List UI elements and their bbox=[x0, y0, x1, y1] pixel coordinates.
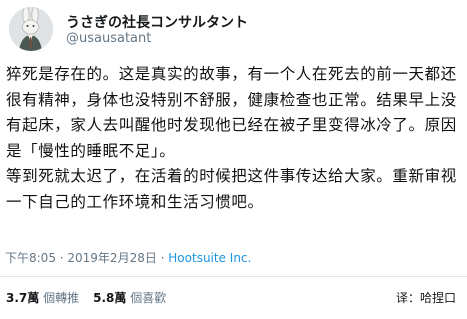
tweet-header: うさぎの社長コンサルタント @usausatant bbox=[6, 4, 461, 54]
likes-count: 5.8萬 bbox=[93, 291, 127, 305]
retweets-count: 3.7萬 bbox=[6, 291, 40, 305]
tweet-stats: 3.7萬 個轉推 5.8萬 個喜歡 bbox=[6, 289, 180, 306]
display-name[interactable]: うさぎの社長コンサルタント bbox=[66, 12, 248, 32]
likes-label: 個喜歡 bbox=[130, 291, 167, 305]
tweet-paragraph: 等到死就太迟了，在活着的时候把这件事传达给大家。重新审视一下自己的工作环境和生活… bbox=[6, 167, 457, 211]
tweet-meta: 下午8:05 · 2019年2月28日 · Hootsuite Inc. bbox=[5, 249, 251, 266]
retweets-stat[interactable]: 3.7萬 個轉推 bbox=[6, 291, 79, 305]
tweet-text: 猝死是存在的。这是真实的故事，有一个人在死去的前一天都还很有精神，身体也没特别不… bbox=[6, 62, 458, 215]
likes-stat[interactable]: 5.8萬 個喜歡 bbox=[93, 291, 166, 305]
divider bbox=[0, 276, 467, 277]
rabbit-avatar-icon bbox=[9, 7, 53, 51]
tweet-timestamp[interactable]: 下午8:05 · 2019年2月28日 · bbox=[5, 251, 168, 265]
retweets-label: 個轉推 bbox=[43, 291, 80, 305]
translator-credit: 译：哈捏口 bbox=[395, 291, 456, 305]
tweet-source-link[interactable]: Hootsuite Inc. bbox=[168, 251, 251, 265]
avatar[interactable] bbox=[9, 7, 53, 51]
user-handle[interactable]: @usausatant bbox=[66, 31, 151, 46]
tweet-paragraph: 猝死是存在的。这是真实的故事，有一个人在死去的前一天都还很有精神，身体也没特别不… bbox=[6, 65, 457, 160]
